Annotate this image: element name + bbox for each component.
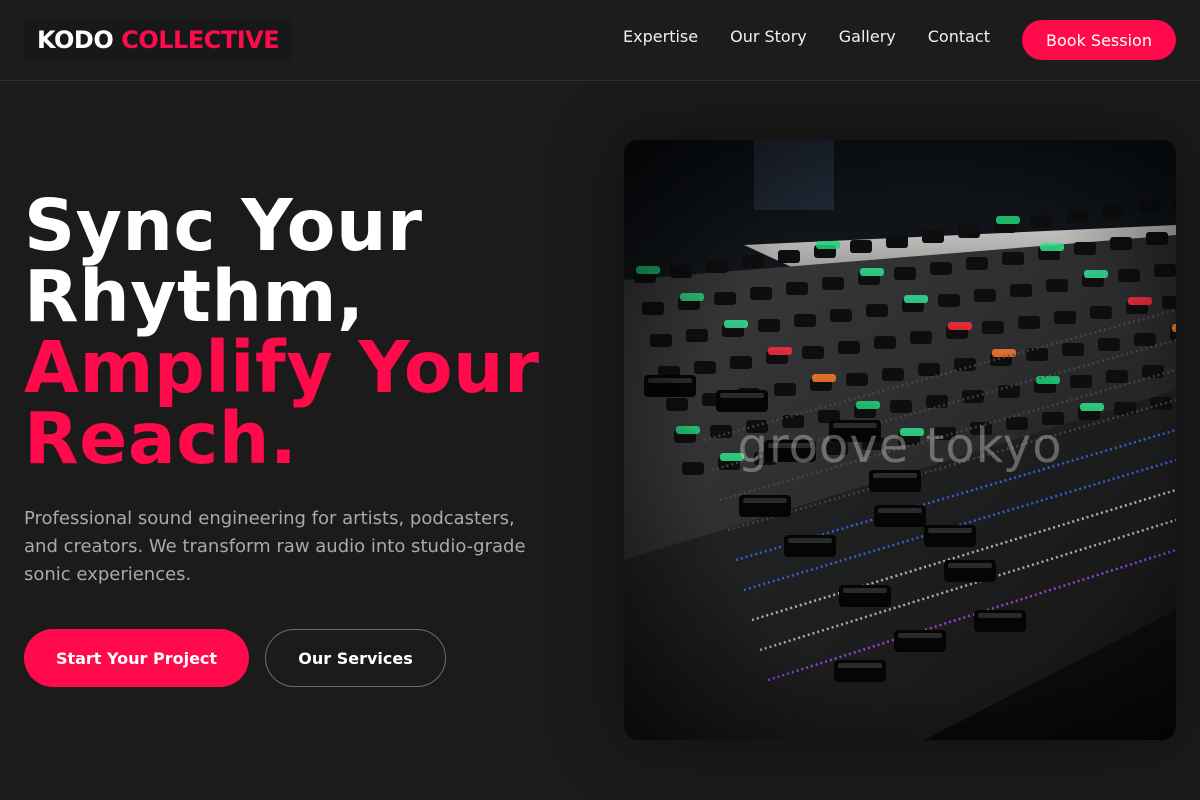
brand-logo[interactable]: KODO COLLECTIVE bbox=[24, 20, 293, 60]
image-watermark: groove tokyo bbox=[737, 418, 1063, 474]
hero-title-line-1: Sync Your bbox=[24, 184, 423, 267]
hero-title: Sync Your Rhythm, Amplify Your Reach. bbox=[24, 190, 540, 474]
brand-word-2: COLLECTIVE bbox=[121, 26, 280, 54]
start-project-button[interactable]: Start Your Project bbox=[24, 629, 249, 687]
nav-link-contact[interactable]: Contact bbox=[928, 27, 990, 46]
nav-link-gallery[interactable]: Gallery bbox=[839, 27, 896, 46]
hero-title-line-2: Rhythm, bbox=[24, 255, 365, 338]
hero-description: Professional sound engineering for artis… bbox=[24, 508, 526, 585]
nav-link-our-story[interactable]: Our Story bbox=[730, 27, 807, 46]
book-session-button[interactable]: Book Session bbox=[1022, 20, 1176, 60]
hero-title-line-3: Amplify Your bbox=[24, 326, 540, 409]
our-services-button[interactable]: Our Services bbox=[265, 629, 446, 687]
hero-mixing-console-image: groove tokyo bbox=[624, 140, 1176, 740]
hero-title-line-4: Reach. bbox=[24, 397, 298, 480]
top-navbar: KODO COLLECTIVE Expertise Our Story Gall… bbox=[0, 0, 1200, 81]
nav-link-expertise[interactable]: Expertise bbox=[623, 27, 698, 46]
brand-word-1: KODO bbox=[37, 26, 114, 54]
nav-links: Expertise Our Story Gallery Contact bbox=[623, 27, 990, 46]
